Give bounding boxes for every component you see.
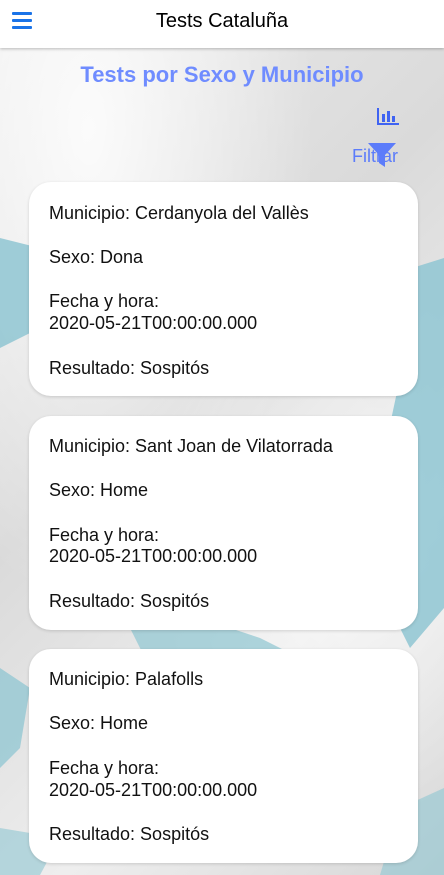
resultado-text: Resultado: Sospitós: [49, 824, 210, 844]
municipio-text: Municipio: Palafolls: [49, 669, 204, 689]
sexo-text: Sexo: Dona: [49, 247, 144, 267]
municipio-text: Municipio: Cerdanyola del Vallès: [49, 203, 309, 223]
resultado-text: Resultado: Sospitós: [49, 591, 210, 611]
fecha-label: Fecha y hora:: [49, 291, 160, 311]
test-card: Municipio: Cerdanyola del Vallès Sexo: D…: [29, 182, 418, 396]
app-bar: Tests Cataluña: [0, 0, 444, 48]
fecha-label: Fecha y hora:: [49, 525, 160, 545]
test-card: Municipio: Sant Joan de Vilatorrada Sexo…: [29, 416, 418, 630]
fecha-value: 2020-05-21T00:00:00.000: [49, 313, 258, 333]
fecha-value: 2020-05-21T00:00:00.000: [49, 546, 258, 566]
test-card: Municipio: Palafolls Sexo: Home Fecha y …: [29, 649, 418, 863]
sexo-text: Sexo: Home: [49, 480, 149, 500]
funnel-filter-icon[interactable]: [367, 141, 397, 169]
page-title: Tests por Sexo y Municipio: [80, 62, 364, 87]
sexo-text: Sexo: Home: [49, 713, 149, 733]
app-title: Tests Cataluña: [155, 10, 289, 32]
resultado-text: Resultado: Sospitós: [49, 358, 210, 378]
fecha-label: Fecha y hora:: [49, 758, 160, 778]
municipio-text: Municipio: Sant Joan de Vilatorrada: [49, 436, 333, 456]
fecha-value: 2020-05-21T00:00:00.000: [49, 780, 258, 800]
bar-chart-icon[interactable]: [376, 106, 400, 126]
